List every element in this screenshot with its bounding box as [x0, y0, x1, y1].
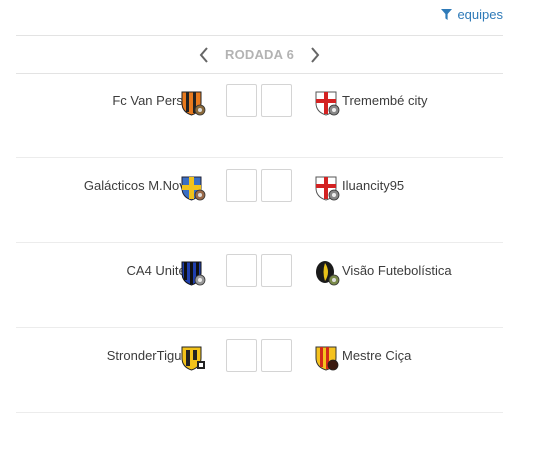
away-score-input[interactable] [261, 254, 292, 287]
match-row: CA4 United Visão Futebolística [16, 243, 503, 328]
match-list: Fc Van Persie Tremembé city Galácticos M… [16, 73, 503, 413]
away-score-input[interactable] [261, 339, 292, 372]
top-bar: equipes [16, 0, 503, 36]
previous-round-button[interactable] [195, 46, 213, 64]
match-row: Fc Van Persie Tremembé city [16, 73, 503, 158]
teams-filter-button[interactable]: equipes [441, 7, 503, 22]
teams-filter-label: equipes [457, 7, 503, 22]
home-score-input[interactable] [226, 339, 257, 372]
away-team-name: Mestre Ciça [342, 348, 412, 363]
home-score-input[interactable] [226, 84, 257, 117]
blue-yellow-cross-shield-icon [181, 176, 206, 201]
home-team-name: Galácticos M.Nova [83, 178, 193, 193]
chevron-left-icon [199, 46, 208, 63]
yellow-red-stripes-shield-icon [315, 346, 339, 371]
away-team-name: Tremembé city [342, 93, 428, 108]
blue-black-stripes-shield-icon [181, 261, 206, 286]
away-team-name: Iluancity95 [342, 178, 405, 193]
filter-icon [441, 9, 453, 20]
black-yellow-round-crest-icon [316, 261, 340, 286]
away-team-name: Visão Futebolística [342, 263, 452, 278]
away-score-input[interactable] [261, 84, 292, 117]
next-round-button[interactable] [306, 46, 324, 64]
away-score-input[interactable] [261, 169, 292, 202]
yellow-black-shield-icon [181, 346, 205, 371]
round-navigator: RODADA 6 [16, 36, 503, 74]
orange-black-stripes-shield-icon [181, 91, 206, 116]
home-score-input[interactable] [226, 254, 257, 287]
match-row: Galácticos M.Nova Iluancity95 [16, 158, 503, 243]
home-score-input[interactable] [226, 169, 257, 202]
white-red-cross-shield-icon [315, 176, 340, 201]
round-title: RODADA 6 [224, 47, 294, 62]
white-red-cross-shield-icon [315, 91, 340, 116]
chevron-right-icon [311, 46, 320, 63]
match-row: StronderTiguer Mestre Ciça [16, 328, 503, 413]
